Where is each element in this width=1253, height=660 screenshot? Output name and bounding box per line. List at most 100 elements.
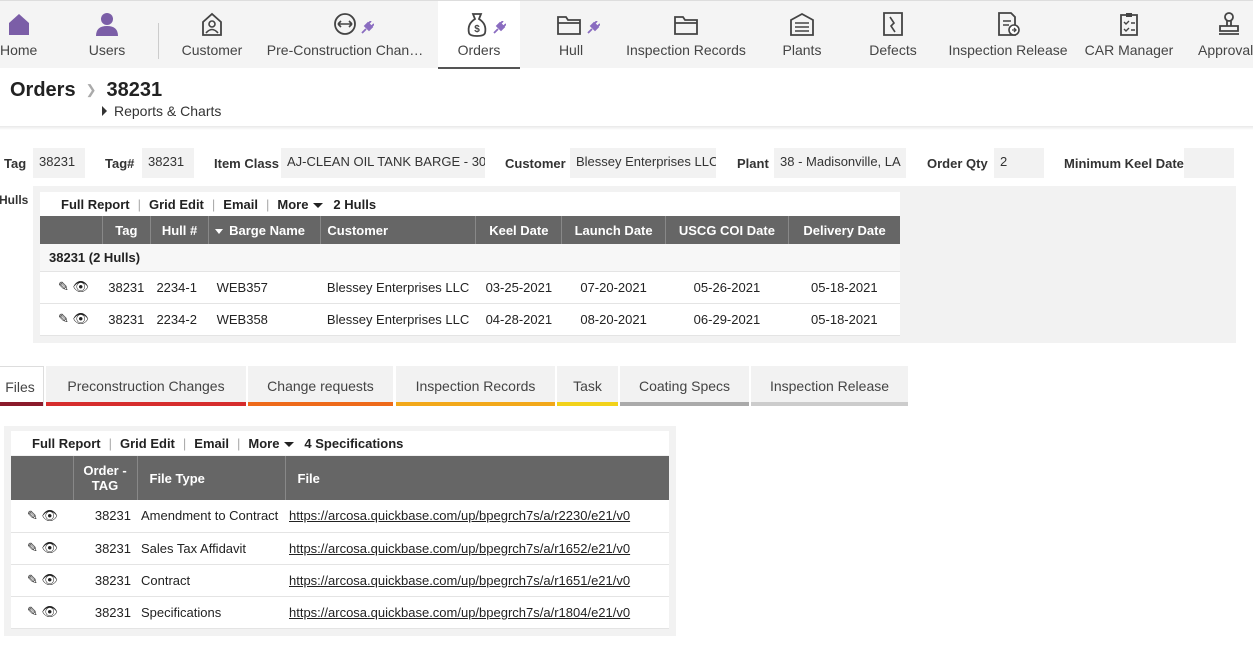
full-report-link[interactable]: Full Report — [61, 197, 130, 212]
column-header-file-type[interactable]: File Type — [137, 456, 286, 500]
pencil-icon[interactable]: ✎ — [58, 279, 69, 294]
eye-icon[interactable]: 👁 — [73, 311, 90, 326]
pencil-icon[interactable]: ✎ — [27, 572, 38, 587]
column-header-file[interactable]: File — [285, 456, 669, 500]
hulls-section-label: Hulls — [0, 193, 29, 207]
eye-icon[interactable]: 👁 — [73, 279, 90, 294]
nav-item-inspection-records[interactable]: Inspection Records — [624, 1, 748, 69]
cell-tag: 38231 — [102, 271, 151, 304]
field-label-item-class: Item Class — [214, 156, 280, 171]
field-value-tagnum: 38231 — [142, 148, 194, 178]
nav-item-home[interactable]: Home — [0, 1, 40, 69]
reports-charts-toggle[interactable]: Reports & Charts — [102, 103, 221, 119]
file-link[interactable]: https://arcosa.quickbase.com/up/bpegrch7… — [289, 508, 630, 523]
hulls-table: Tag Hull # Barge Name Customer Keel Date… — [40, 216, 900, 336]
nav-label: Hull — [558, 42, 584, 58]
column-header-customer[interactable]: Customer — [320, 216, 477, 244]
table-row[interactable]: ✎ 👁 38231 Sales Tax Affidavit https://ar… — [11, 532, 669, 565]
file-link[interactable]: https://arcosa.quickbase.com/up/bpegrch7… — [289, 573, 630, 588]
nav-label: Defects — [869, 42, 917, 58]
full-report-link[interactable]: Full Report — [32, 436, 101, 451]
nav-item-hull[interactable]: Hull — [540, 1, 602, 69]
customer-icon — [202, 12, 222, 36]
cell-delivery-date: 05-18-2021 — [788, 303, 900, 336]
cell-order-tag: 38231 — [73, 500, 137, 533]
column-header-hull[interactable]: Hull # — [150, 216, 210, 244]
field-label-customer: Customer — [505, 156, 566, 171]
table-row[interactable]: ✎ 👁 38231 Contract https://arcosa.quickb… — [11, 564, 669, 597]
folder-icon — [674, 16, 698, 35]
column-header-barge-name[interactable]: Barge Name — [208, 216, 322, 244]
column-header-delivery-date[interactable]: Delivery Date — [788, 216, 900, 244]
eye-icon[interactable]: 👁 — [42, 540, 59, 555]
tab-color-bar — [248, 402, 393, 406]
reports-charts-label: Reports & Charts — [114, 103, 222, 119]
more-dropdown[interactable]: More — [248, 436, 295, 451]
tab-color-bar — [396, 402, 555, 406]
eye-icon[interactable]: 👁 — [42, 604, 59, 619]
tab-inspection-records[interactable]: Inspection Records — [396, 366, 555, 406]
pencil-icon[interactable]: ✎ — [27, 508, 38, 523]
email-link[interactable]: Email — [223, 197, 258, 212]
file-link[interactable]: https://arcosa.quickbase.com/up/bpegrch7… — [289, 541, 630, 556]
email-link[interactable]: Email — [194, 436, 229, 451]
nav-item-customer[interactable]: Customer — [176, 1, 248, 69]
field-label-tagnum: Tag# — [105, 156, 135, 171]
column-header-actions — [40, 216, 103, 244]
column-header-uscg-coi-date[interactable]: USCG COI Date — [665, 216, 790, 244]
row-actions: ✎ 👁 — [11, 500, 73, 533]
nav-label: Plants — [782, 42, 822, 58]
table-row[interactable]: ✎ 👁 38231 Amendment to Contract https://… — [11, 500, 669, 533]
tab-inspection-release[interactable]: Inspection Release — [751, 366, 908, 406]
header-divider — [0, 126, 1253, 130]
field-value-plant: 38 - Madisonville, LA — [774, 148, 906, 178]
table-row[interactable]: ✎ 👁 38231 2234-1 WEB357 Blessey Enterpri… — [40, 271, 900, 304]
stamp-icon — [1219, 12, 1239, 35]
plug-icon — [361, 21, 374, 34]
nav-item-users[interactable]: Users — [78, 1, 136, 69]
pencil-icon[interactable]: ✎ — [27, 604, 38, 619]
tab-task[interactable]: Task — [557, 366, 618, 406]
money-bag-icon: $ — [467, 13, 487, 37]
column-header-keel-date[interactable]: Keel Date — [475, 216, 563, 244]
pencil-icon[interactable]: ✎ — [58, 311, 69, 326]
group-label: 38231 (2 Hulls) — [40, 244, 900, 272]
nav-item-approval[interactable]: Approval — [1196, 1, 1253, 69]
cell-keel-date: 03-25-2021 — [475, 271, 562, 304]
row-actions: ✎ 👁 — [40, 303, 103, 336]
nav-item-inspection-release[interactable]: Inspection Release — [948, 1, 1068, 69]
tab-coating-specs[interactable]: Coating Specs — [620, 366, 749, 406]
table-header-row: Order - TAG File Type File — [11, 456, 669, 500]
field-value-min-keel-date — [1184, 148, 1234, 178]
table-row[interactable]: ✎ 👁 38231 2234-2 WEB358 Blessey Enterpri… — [40, 303, 900, 336]
tab-preconstruction-changes[interactable]: Preconstruction Changes — [46, 366, 246, 406]
grid-edit-link[interactable]: Grid Edit — [149, 197, 204, 212]
nav-item-orders[interactable]: $ Orders — [438, 1, 520, 69]
nav-item-pre-construction[interactable]: Pre-Construction Chan… — [266, 1, 424, 69]
column-header-order-tag[interactable]: Order - TAG — [73, 456, 138, 500]
nav-divider — [158, 23, 159, 59]
column-header-tag[interactable]: Tag — [102, 216, 151, 244]
cell-hull: 2234-2 — [150, 303, 209, 336]
cell-customer: Blessey Enterprises LLC — [320, 303, 476, 336]
pencil-icon[interactable]: ✎ — [27, 540, 38, 555]
sort-desc-icon — [215, 228, 224, 234]
more-dropdown[interactable]: More — [277, 197, 324, 212]
table-row[interactable]: ✎ 👁 38231 Specifications https://arcosa.… — [11, 596, 669, 629]
cell-file-type: Specifications — [137, 596, 285, 629]
file-link[interactable]: https://arcosa.quickbase.com/up/bpegrch7… — [289, 605, 630, 620]
nav-label: Customer — [181, 42, 243, 58]
grid-edit-link[interactable]: Grid Edit — [120, 436, 175, 451]
warehouse-icon — [790, 12, 814, 36]
eye-icon[interactable]: 👁 — [42, 508, 59, 523]
column-header-launch-date[interactable]: Launch Date — [561, 216, 666, 244]
eye-icon[interactable]: 👁 — [42, 572, 59, 587]
group-row[interactable]: 38231 (2 Hulls) — [40, 244, 900, 272]
nav-item-defects[interactable]: Defects — [860, 1, 926, 69]
field-value-item-class: AJ-CLEAN OIL TANK BARGE - 30K — [281, 148, 485, 178]
nav-item-plants[interactable]: Plants — [772, 1, 832, 69]
breadcrumb-table-link[interactable]: Orders — [10, 79, 76, 102]
tab-files[interactable]: Files — [0, 366, 44, 406]
nav-item-car-manager[interactable]: CAR Manager — [1084, 1, 1174, 69]
tab-change-requests[interactable]: Change requests — [248, 366, 393, 406]
